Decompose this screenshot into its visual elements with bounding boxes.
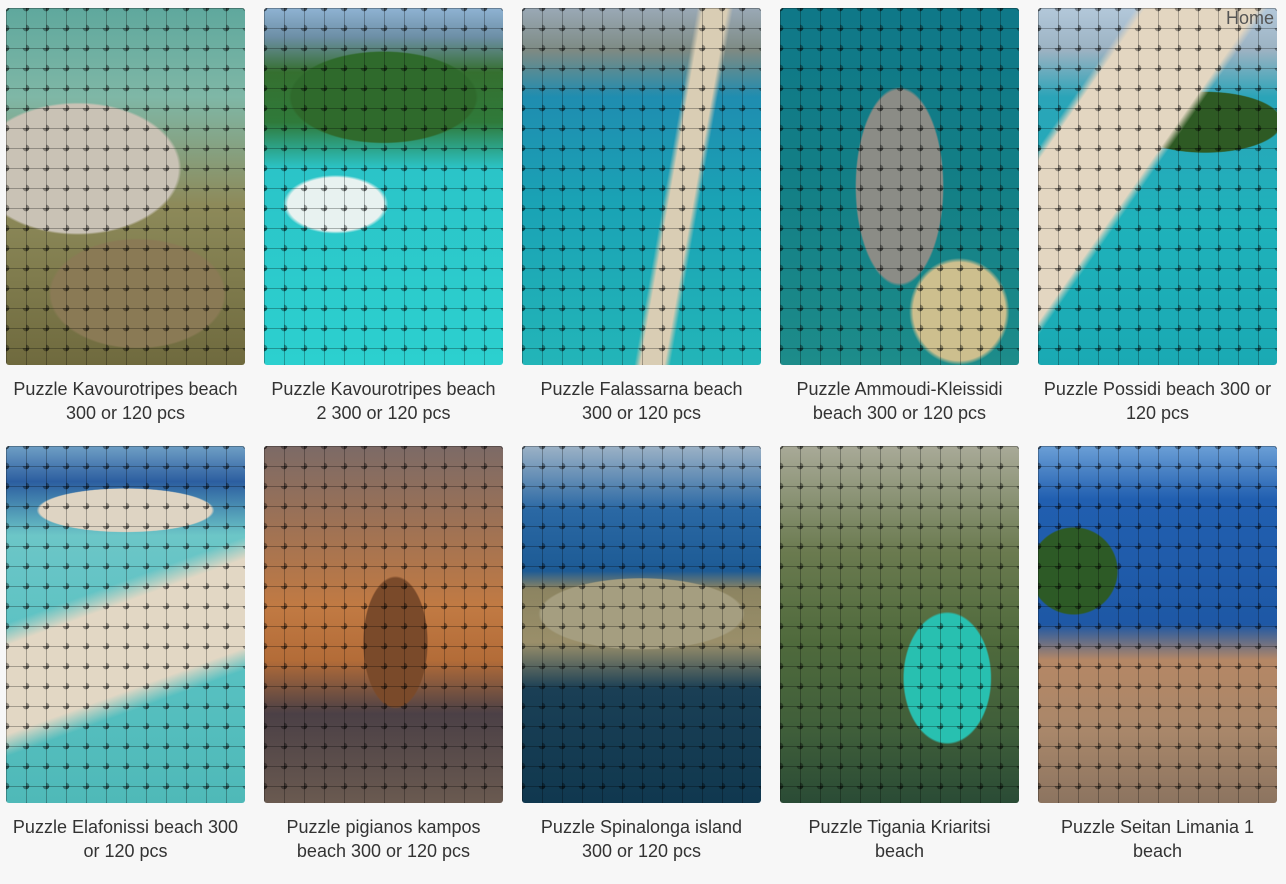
product-title[interactable]: Puzzle Possidi beach 300 or 120 pcs: [1038, 377, 1277, 425]
product-title[interactable]: Puzzle Spinalonga island 300 or 120 pcs: [522, 815, 761, 863]
product-card[interactable]: Puzzle Possidi beach 300 or 120 pcs: [1038, 8, 1277, 446]
puzzle-pieces-overlay: [264, 8, 503, 365]
product-card[interactable]: Puzzle Ammoudi-Kleissidi beach 300 or 12…: [780, 8, 1019, 446]
puzzle-pieces-overlay: [522, 446, 761, 803]
product-thumbnail[interactable]: [522, 446, 761, 803]
product-thumbnail[interactable]: [1038, 8, 1277, 365]
product-thumbnail[interactable]: [522, 8, 761, 365]
product-thumbnail[interactable]: [264, 8, 503, 365]
product-thumbnail[interactable]: [6, 8, 245, 365]
product-thumbnail[interactable]: [1038, 446, 1277, 803]
product-title[interactable]: Puzzle Ammoudi-Kleissidi beach 300 or 12…: [780, 377, 1019, 425]
puzzle-pieces-overlay: [522, 8, 761, 365]
puzzle-pieces-overlay: [780, 8, 1019, 365]
product-thumbnail[interactable]: [264, 446, 503, 803]
product-title[interactable]: Puzzle Kavourotripes beach 2 300 or 120 …: [264, 377, 503, 425]
puzzle-pieces-overlay: [780, 446, 1019, 803]
product-title[interactable]: Puzzle Kavourotripes beach 300 or 120 pc…: [6, 377, 245, 425]
product-card[interactable]: Puzzle Seitan Limania 1 beach: [1038, 446, 1277, 884]
product-thumbnail[interactable]: [780, 8, 1019, 365]
puzzle-pieces-overlay: [1038, 446, 1277, 803]
product-title[interactable]: Puzzle Elafonissi beach 300 or 120 pcs: [6, 815, 245, 863]
product-title[interactable]: Puzzle Tigania Kriaritsi beach: [780, 815, 1019, 863]
product-title[interactable]: Puzzle pigianos kampos beach 300 or 120 …: [264, 815, 503, 863]
puzzle-pieces-overlay: [264, 446, 503, 803]
product-thumbnail[interactable]: [6, 446, 245, 803]
product-card[interactable]: Puzzle Falassarna beach 300 or 120 pcs: [522, 8, 761, 446]
product-card[interactable]: Puzzle Spinalonga island 300 or 120 pcs: [522, 446, 761, 884]
puzzle-pieces-overlay: [1038, 8, 1277, 365]
puzzle-pieces-overlay: [6, 8, 245, 365]
product-card[interactable]: Puzzle Elafonissi beach 300 or 120 pcs: [6, 446, 245, 884]
product-title[interactable]: Puzzle Falassarna beach 300 or 120 pcs: [522, 377, 761, 425]
product-title[interactable]: Puzzle Seitan Limania 1 beach: [1038, 815, 1277, 863]
product-card[interactable]: Puzzle Kavourotripes beach 2 300 or 120 …: [264, 8, 503, 446]
product-card[interactable]: Puzzle pigianos kampos beach 300 or 120 …: [264, 446, 503, 884]
product-card[interactable]: Puzzle Kavourotripes beach 300 or 120 pc…: [6, 8, 245, 446]
home-link[interactable]: Home: [1226, 8, 1274, 29]
puzzle-pieces-overlay: [6, 446, 245, 803]
product-thumbnail[interactable]: [780, 446, 1019, 803]
product-card[interactable]: Puzzle Tigania Kriaritsi beach: [780, 446, 1019, 884]
product-grid: Puzzle Kavourotripes beach 300 or 120 pc…: [6, 8, 1277, 884]
